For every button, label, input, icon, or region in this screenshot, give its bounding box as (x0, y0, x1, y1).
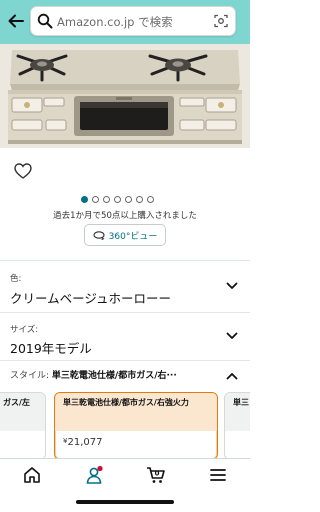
search-placeholder: Amazon.co.jp で検索 (57, 15, 173, 29)
pagination-dot[interactable] (114, 196, 121, 203)
back-button[interactable] (4, 8, 28, 34)
pagination-dot[interactable] (92, 196, 99, 203)
style-option-label: スタイル: (10, 371, 52, 381)
gas-stove-illustration (0, 44, 250, 148)
style-cards-carousel[interactable]: ガス/左 単三乾電池仕様/都市ガス/右強火力 ¥21,077 単三 力 (0, 392, 250, 460)
heart-icon[interactable] (14, 163, 32, 179)
size-option-label: サイズ: (10, 325, 39, 335)
chevron-down-icon (226, 332, 238, 339)
section-divider (0, 360, 250, 361)
image-pagination-dots[interactable] (81, 196, 154, 204)
style-card-title: 単三 力 (225, 393, 250, 431)
section-divider (0, 312, 250, 313)
size-option-value: 2019年モデル (10, 341, 92, 356)
purchase-count-text: 過去1か月で50点以上購入されました (53, 211, 197, 221)
search-input[interactable]: Amazon.co.jp で検索 (30, 6, 236, 36)
cart-icon[interactable]: 0 (146, 465, 166, 485)
pagination-dot[interactable] (103, 196, 110, 203)
view-360-label: 360°ビュー (108, 231, 158, 242)
view-360-button[interactable]: 360°ビュー (84, 224, 166, 246)
account-icon[interactable] (84, 465, 104, 485)
top-search-bar: Amazon.co.jp で検索 (0, 0, 250, 44)
cart-count: 0 (155, 470, 160, 478)
home-icon[interactable] (22, 465, 42, 485)
search-icon (37, 13, 53, 29)
pagination-dot[interactable] (81, 196, 88, 203)
rotate-360-icon (93, 231, 105, 240)
style-option-value: 単三乾電池仕様/都市ガス/右··· (51, 371, 177, 381)
pagination-dot[interactable] (136, 196, 143, 203)
chevron-down-icon (226, 282, 238, 289)
camera-scan-icon[interactable] (214, 14, 228, 28)
back-arrow-icon (8, 14, 24, 28)
style-card-title: 単三乾電池仕様/都市ガス/右強火力 (55, 393, 217, 431)
product-image[interactable] (0, 44, 250, 148)
home-indicator (76, 500, 174, 504)
style-card-title: ガス/左 (0, 393, 45, 431)
style-card[interactable]: ガス/左 (0, 392, 46, 460)
style-card-price: ¥21,077 (63, 437, 103, 448)
style-card[interactable]: 単三 力 (224, 392, 250, 460)
pagination-dot[interactable] (125, 196, 132, 203)
style-option-row[interactable]: スタイル: 単三乾電池仕様/都市ガス/右··· (10, 368, 215, 384)
section-divider (0, 260, 250, 261)
color-option-value: クリームベージュホーローー (10, 291, 172, 306)
color-option-label: 色: (10, 274, 22, 284)
chevron-up-icon[interactable] (226, 372, 238, 380)
pagination-dot[interactable] (147, 196, 154, 203)
menu-icon[interactable] (208, 465, 228, 485)
style-card-selected[interactable]: 単三乾電池仕様/都市ガス/右強火力 ¥21,077 (54, 392, 218, 460)
